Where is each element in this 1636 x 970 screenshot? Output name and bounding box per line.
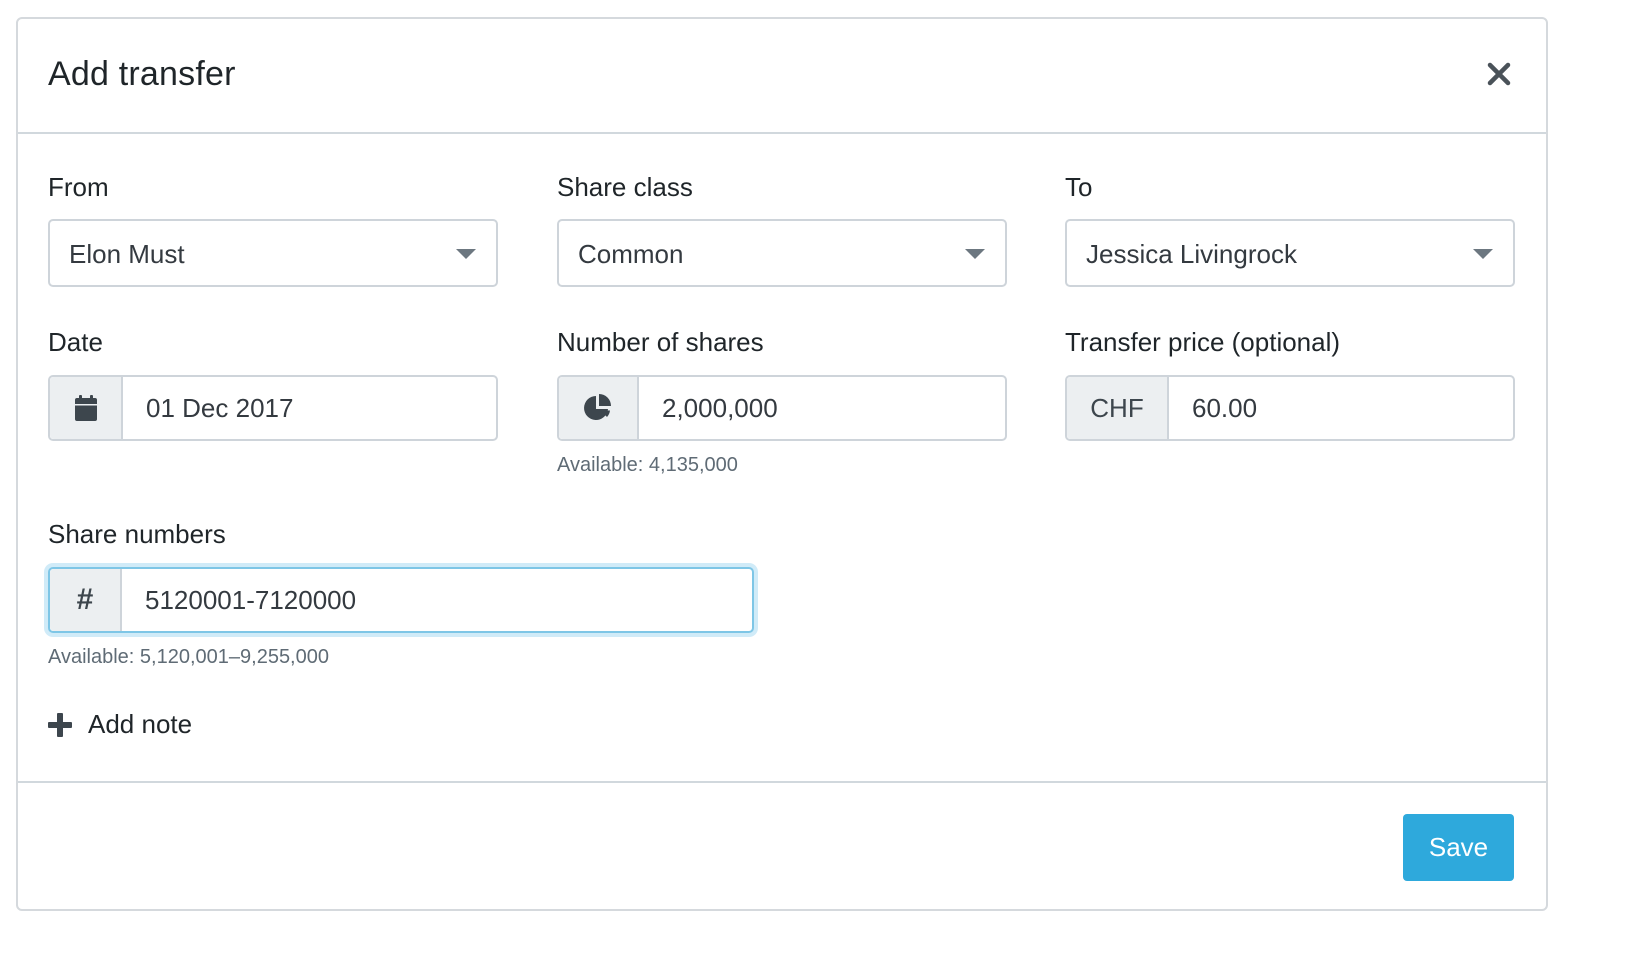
share-numbers-input[interactable]: 5120001-7120000 [122, 569, 752, 631]
share-numbers-input-group: # 5120001-7120000 [48, 567, 754, 633]
close-button[interactable] [1484, 59, 1514, 89]
from-select[interactable]: Elon Must [48, 219, 498, 287]
calendar-icon [74, 395, 97, 421]
currency-addon: CHF [1067, 377, 1169, 439]
date-addon[interactable] [50, 377, 123, 439]
hash-icon: # [50, 569, 122, 631]
from-select-value: Elon Must [69, 239, 185, 269]
plus-icon [48, 712, 72, 737]
share-class-select-value: Common [578, 239, 684, 269]
add-note-link[interactable]: Add note [48, 709, 192, 740]
transfer-price-label: Transfer price (optional) [1065, 327, 1341, 357]
shares-addon [559, 377, 639, 439]
pie-chart-icon [584, 394, 611, 420]
save-button[interactable]: Save [1403, 814, 1514, 881]
shares-available-hint: Available: 4,135,000 [557, 454, 738, 476]
chevron-down-icon [1473, 249, 1493, 259]
number-of-shares-input-group: 2,000,000 [557, 375, 1007, 441]
number-of-shares-label: Number of shares [557, 327, 764, 357]
date-label: Date [48, 327, 103, 357]
modal-title: Add transfer [48, 55, 236, 93]
modal-footer [18, 781, 1546, 783]
to-select-value: Jessica Livingrock [1086, 239, 1297, 269]
transfer-price-input-group: CHF 60.00 [1065, 375, 1515, 441]
modal-header: Add transfer [18, 19, 1546, 134]
to-label: To [1065, 172, 1093, 202]
transfer-price-input[interactable]: 60.00 [1169, 377, 1513, 439]
share-numbers-available-hint: Available: 5,120,001–9,255,000 [48, 646, 329, 668]
date-input-group: 01 Dec 2017 [48, 375, 498, 441]
close-icon [1487, 62, 1511, 86]
add-transfer-modal: Add transfer From Elon Must Share class … [16, 17, 1548, 911]
share-class-select[interactable]: Common [557, 219, 1007, 287]
number-of-shares-input[interactable]: 2,000,000 [639, 377, 1005, 439]
share-numbers-label: Share numbers [48, 519, 226, 549]
chevron-down-icon [965, 249, 985, 259]
date-input[interactable]: 01 Dec 2017 [123, 377, 496, 439]
chevron-down-icon [456, 249, 476, 259]
to-select[interactable]: Jessica Livingrock [1065, 219, 1515, 287]
share-class-label: Share class [557, 172, 693, 202]
add-note-label: Add note [88, 709, 193, 739]
from-label: From [48, 172, 109, 202]
